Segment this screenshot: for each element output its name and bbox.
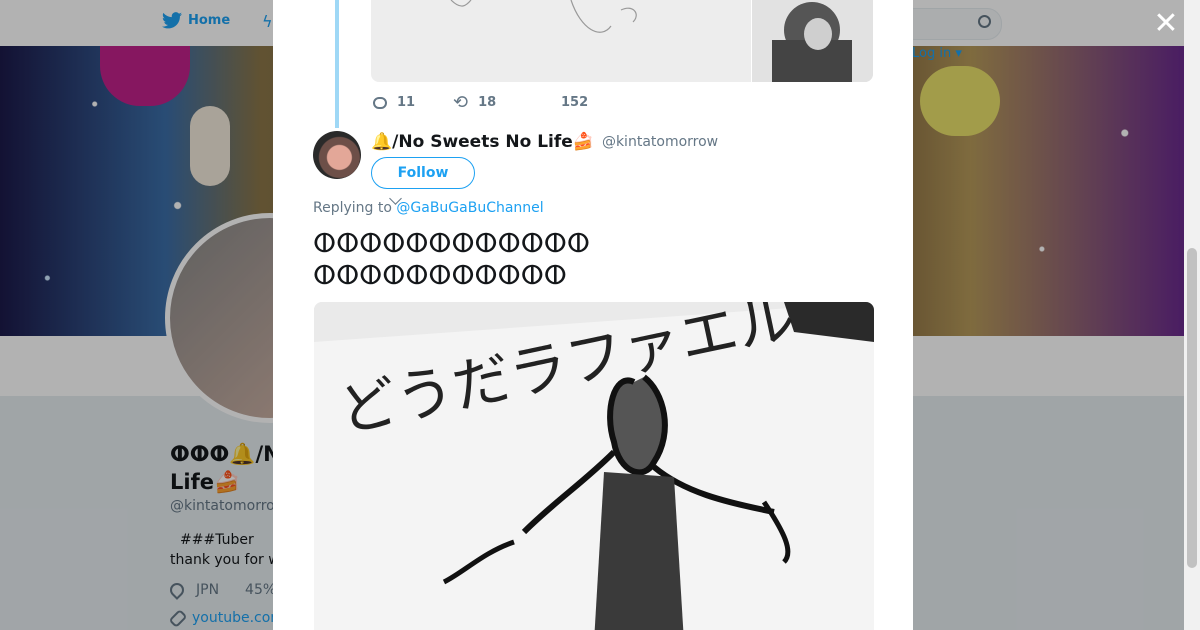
- tweet-author-handle: @kintatomorrow: [601, 134, 719, 150]
- like-button[interactable]: 152: [561, 95, 641, 110]
- tweet-author-name: 🔔/No Sweets No Life🍰: [371, 132, 594, 152]
- previous-tweet-photo[interactable]: [371, 0, 751, 82]
- retweet-count: 18: [478, 95, 497, 110]
- replying-to: Replying to @GaBuGaBuChannel: [313, 200, 544, 216]
- reply-icon: [373, 96, 387, 109]
- retweet-icon: ⟲: [453, 92, 469, 113]
- page-scrollbar[interactable]: [1184, 0, 1200, 630]
- previous-tweet-actions: 11 ⟲ 18 152: [373, 92, 641, 113]
- tweet-author-avatar[interactable]: [313, 131, 361, 179]
- replying-to-mention[interactable]: @GaBuGaBuChannel: [396, 200, 543, 216]
- conversation-thread-line: [335, 0, 339, 128]
- tweet-permalink-modal: 11 ⟲ 18 152 🔔/No Sweets No Life🍰 @kintat…: [273, 0, 913, 630]
- tweet-author[interactable]: 🔔/No Sweets No Life🍰 @kintatomorrow: [371, 132, 718, 152]
- reply-button[interactable]: 11: [373, 95, 453, 110]
- retweet-button[interactable]: ⟲ 18: [453, 92, 533, 113]
- previous-tweet-photo-2[interactable]: [752, 0, 873, 82]
- follow-button[interactable]: Follow: [371, 157, 475, 189]
- scrollbar-thumb[interactable]: [1187, 248, 1197, 568]
- like-count: 152: [561, 95, 589, 110]
- reply-count: 11: [397, 95, 416, 110]
- tweet-photo[interactable]: どうだラファエル: [314, 302, 874, 630]
- close-icon[interactable]: ✕: [1152, 9, 1180, 39]
- tweet-text: ⵀⵀⵀⵀⵀⵀⵀⵀⵀⵀⵀⵀ ⵀⵀⵀⵀⵀⵀⵀⵀⵀⵀⵀ: [313, 229, 590, 291]
